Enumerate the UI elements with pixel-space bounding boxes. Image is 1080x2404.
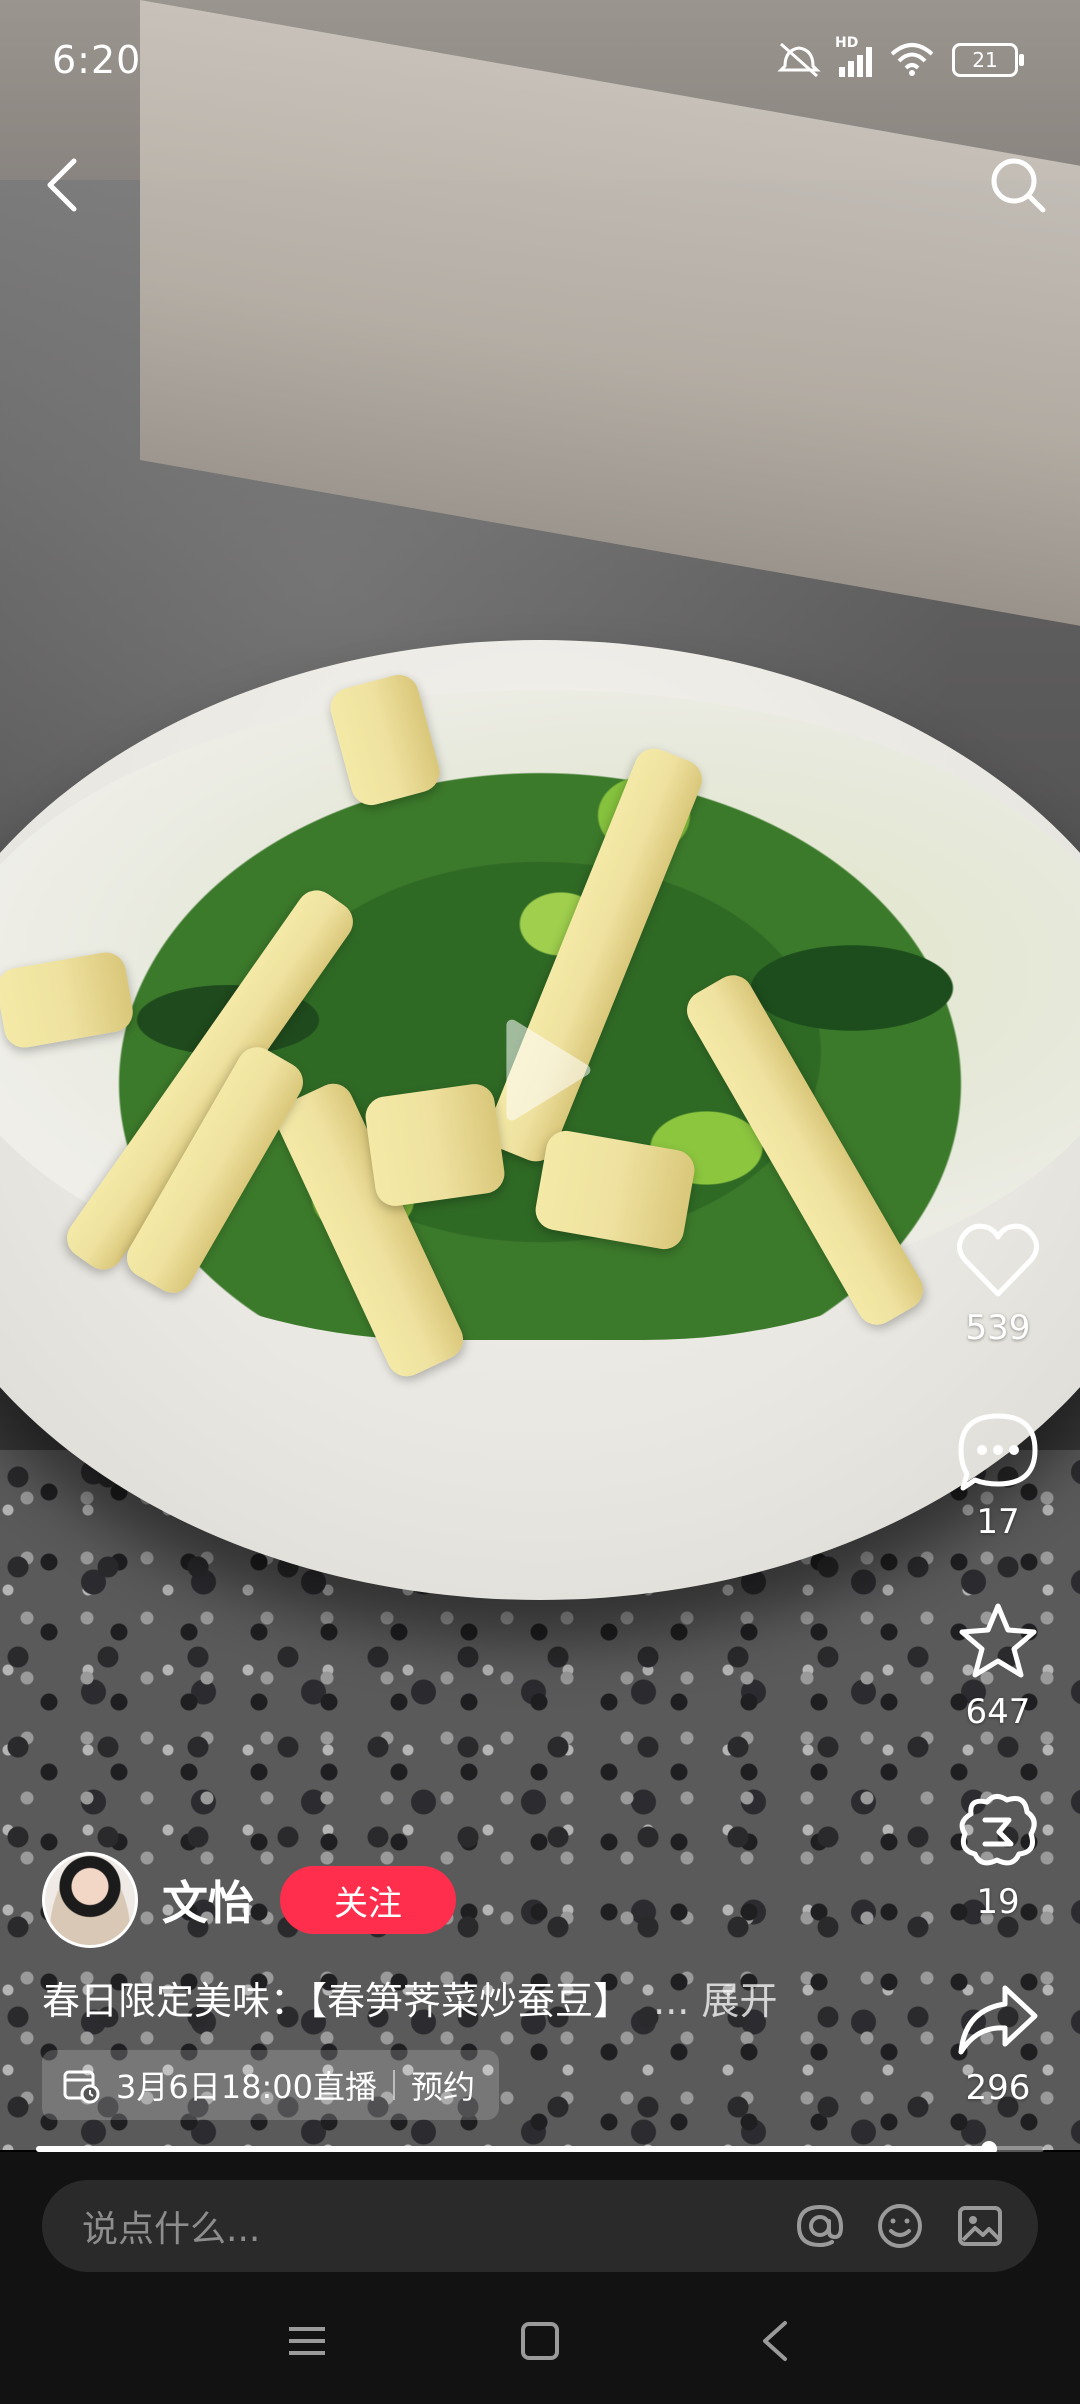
at-icon: [796, 2204, 844, 2248]
chevron-left-icon: [47, 158, 77, 212]
status-icons: HD 21: [777, 35, 1024, 80]
system-navigation-bar: [0, 2272, 1080, 2404]
mute-icon: [777, 42, 821, 78]
comment-input[interactable]: 说点什么...: [42, 2180, 1038, 2272]
comment-placeholder: 说点什么...: [82, 2209, 261, 2250]
emoji-icon: [878, 2204, 922, 2248]
like-count: 539: [965, 1308, 1031, 1348]
status-time: 6:20: [52, 38, 142, 82]
caption-expand-link[interactable]: 展开: [701, 1979, 777, 2023]
status-bar: 6:20 HD 21: [0, 0, 1080, 120]
comment-button[interactable]: 17: [938, 1410, 1058, 1542]
signal-icon: HD: [835, 35, 872, 77]
battery-icon: 21: [952, 43, 1024, 77]
search-button[interactable]: [978, 145, 1058, 225]
favorite-button[interactable]: 647: [938, 1600, 1058, 1732]
mention-button[interactable]: [780, 2186, 860, 2266]
back-nav-button[interactable]: [740, 2306, 810, 2376]
caption-text: 春日限定美味：【春笋荠菜炒蚕豆】: [42, 1979, 632, 2023]
home-nav-button[interactable]: [505, 2306, 575, 2376]
avatar[interactable]: [42, 1852, 138, 1948]
back-triangle-icon: [763, 2321, 787, 2361]
back-button[interactable]: [22, 145, 102, 225]
share-arrow-icon: [958, 1985, 1038, 2055]
reserve-button[interactable]: 预约: [411, 2062, 475, 2108]
moments-icon: [959, 1794, 1037, 1866]
moments-count: 19: [976, 1882, 1020, 1922]
menu-icon: [289, 2327, 325, 2355]
divider: [392, 2070, 395, 2100]
favorite-count: 647: [965, 1692, 1031, 1732]
author-row: 文怡 关注: [42, 1850, 456, 1950]
network-label: HD: [835, 35, 859, 51]
search-icon: [991, 158, 1046, 213]
comment-bar: 说点什么...: [0, 2152, 1080, 2272]
like-button[interactable]: 539: [938, 1220, 1058, 1348]
follow-button[interactable]: 关注: [280, 1866, 456, 1934]
star-icon: [959, 1603, 1037, 1678]
calendar-clock-icon: [63, 2070, 100, 2104]
wifi-icon: [890, 43, 934, 76]
author-name[interactable]: 文怡: [162, 1867, 254, 1933]
emoji-button[interactable]: [860, 2186, 940, 2266]
live-schedule-text: 3月6日18:00直播: [116, 2068, 377, 2106]
menu-nav-button[interactable]: [272, 2306, 342, 2376]
image-icon: [958, 2206, 1002, 2246]
image-button[interactable]: [940, 2186, 1020, 2266]
moments-button[interactable]: 19: [938, 1790, 1058, 1922]
live-schedule-chip[interactable]: 3月6日18:00直播 预约: [42, 2050, 499, 2120]
follow-label: 关注: [334, 1883, 402, 1924]
battery-level: 21: [972, 48, 998, 72]
caption-ellipsis: ...: [653, 1979, 690, 2023]
comment-count: 17: [976, 1502, 1020, 1542]
screen: 6:20 HD 21 539 17 647 19 296 文怡 关注 春日限定美…: [0, 0, 1080, 2404]
share-count: 296: [965, 2068, 1031, 2108]
heart-icon: [957, 1223, 1039, 1297]
share-button[interactable]: 296: [938, 1980, 1058, 2108]
home-square-icon: [521, 2322, 559, 2360]
caption[interactable]: 春日限定美味：【春笋荠菜炒蚕豆】 ... 展开: [42, 1970, 862, 2025]
play-icon[interactable]: [470, 1000, 610, 1140]
comment-bubble-icon: [958, 1413, 1038, 1491]
